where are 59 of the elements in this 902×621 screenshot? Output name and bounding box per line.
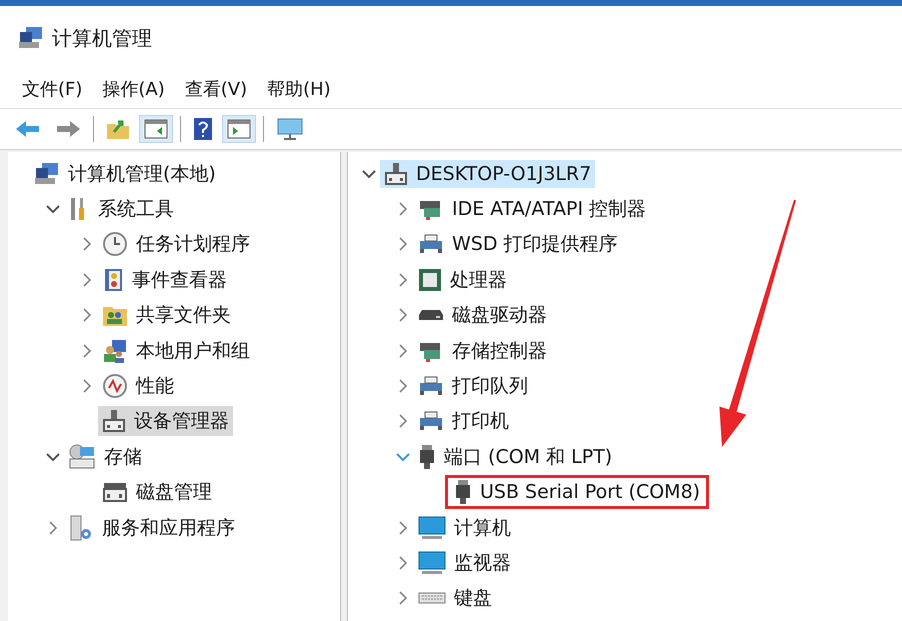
tree-item[interactable]: DESKTOP-O1J3LR7 (380, 160, 596, 188)
tree-item[interactable]: 打印机 (414, 406, 513, 436)
printer-icon (418, 410, 444, 432)
tree-item[interactable]: 共享文件夹 (98, 300, 235, 330)
disk-icon (102, 481, 128, 504)
tree-item[interactable]: 性能 (98, 371, 178, 402)
keyboard-icon (418, 591, 446, 606)
tree-item[interactable]: 任务计划程序 (98, 229, 254, 260)
printer-icon (418, 375, 444, 398)
monitor-icon (276, 117, 304, 141)
printer-icon (418, 233, 444, 256)
tree-item[interactable]: 服务和应用程序 (64, 512, 239, 544)
tree-item[interactable]: 计算机 (414, 512, 515, 543)
pane-icon (144, 119, 168, 139)
tree-item[interactable]: 存储 (64, 442, 146, 472)
menu-item[interactable]: 操作(A) (94, 73, 173, 105)
toolbar-button[interactable] (222, 115, 256, 143)
toolbar-button[interactable] (139, 115, 173, 143)
tree-item[interactable]: 计算机管理(本地) (30, 158, 220, 189)
folder-icon (106, 118, 130, 140)
back-arrow-icon (15, 119, 41, 139)
port-icon (418, 444, 436, 470)
tree-item[interactable]: USB Serial Port (COM8) (448, 478, 706, 506)
book-icon (102, 266, 124, 293)
tree-item[interactable]: WSD 打印提供程序 (414, 229, 622, 260)
tree-item[interactable]: 键盘 (414, 583, 496, 614)
tree-item[interactable]: 处理器 (414, 264, 511, 295)
storage-icon (68, 444, 96, 470)
tree-item[interactable]: 存储控制器 (414, 336, 551, 366)
menu-item[interactable]: 文件(F) (14, 73, 90, 105)
help-icon (193, 117, 213, 141)
tree-item[interactable]: 系统工具 (64, 194, 178, 224)
users-icon (102, 338, 128, 364)
server-gear-icon (68, 514, 94, 542)
computer-icon (18, 26, 44, 50)
monitor-icon (418, 514, 446, 541)
menu-item[interactable]: 查看(V) (176, 73, 256, 105)
clock-icon (102, 231, 128, 258)
device-manager-icon (102, 409, 126, 434)
port-icon (454, 479, 472, 506)
tree-item[interactable]: 端口 (COM 和 LPT) (414, 442, 616, 472)
tree-item[interactable]: 监视器 (414, 548, 515, 578)
menu-item[interactable]: 帮助(H) (259, 73, 339, 105)
pane-icon (227, 119, 251, 139)
tree-item[interactable]: 事件查看器 (98, 264, 231, 295)
computer-icon (34, 162, 60, 186)
tree-item[interactable]: IDE ATA/ATAPI 控制器 (414, 194, 650, 224)
drive-icon (418, 308, 444, 322)
window-title: 计算机管理 (52, 24, 152, 52)
tree-item[interactable]: 本地用户和组 (98, 336, 254, 366)
monitor-icon (418, 550, 446, 576)
tree-item[interactable]: 设备管理器 (98, 406, 233, 436)
device-manager-icon (384, 162, 408, 186)
forward-arrow-icon (55, 119, 81, 139)
tree-item[interactable]: 打印队列 (414, 371, 532, 402)
processor-icon (418, 268, 442, 292)
tree-item[interactable]: 磁盘驱动器 (414, 300, 551, 330)
gauge-icon (102, 373, 128, 400)
tree-item[interactable]: 磁盘管理 (98, 477, 216, 508)
